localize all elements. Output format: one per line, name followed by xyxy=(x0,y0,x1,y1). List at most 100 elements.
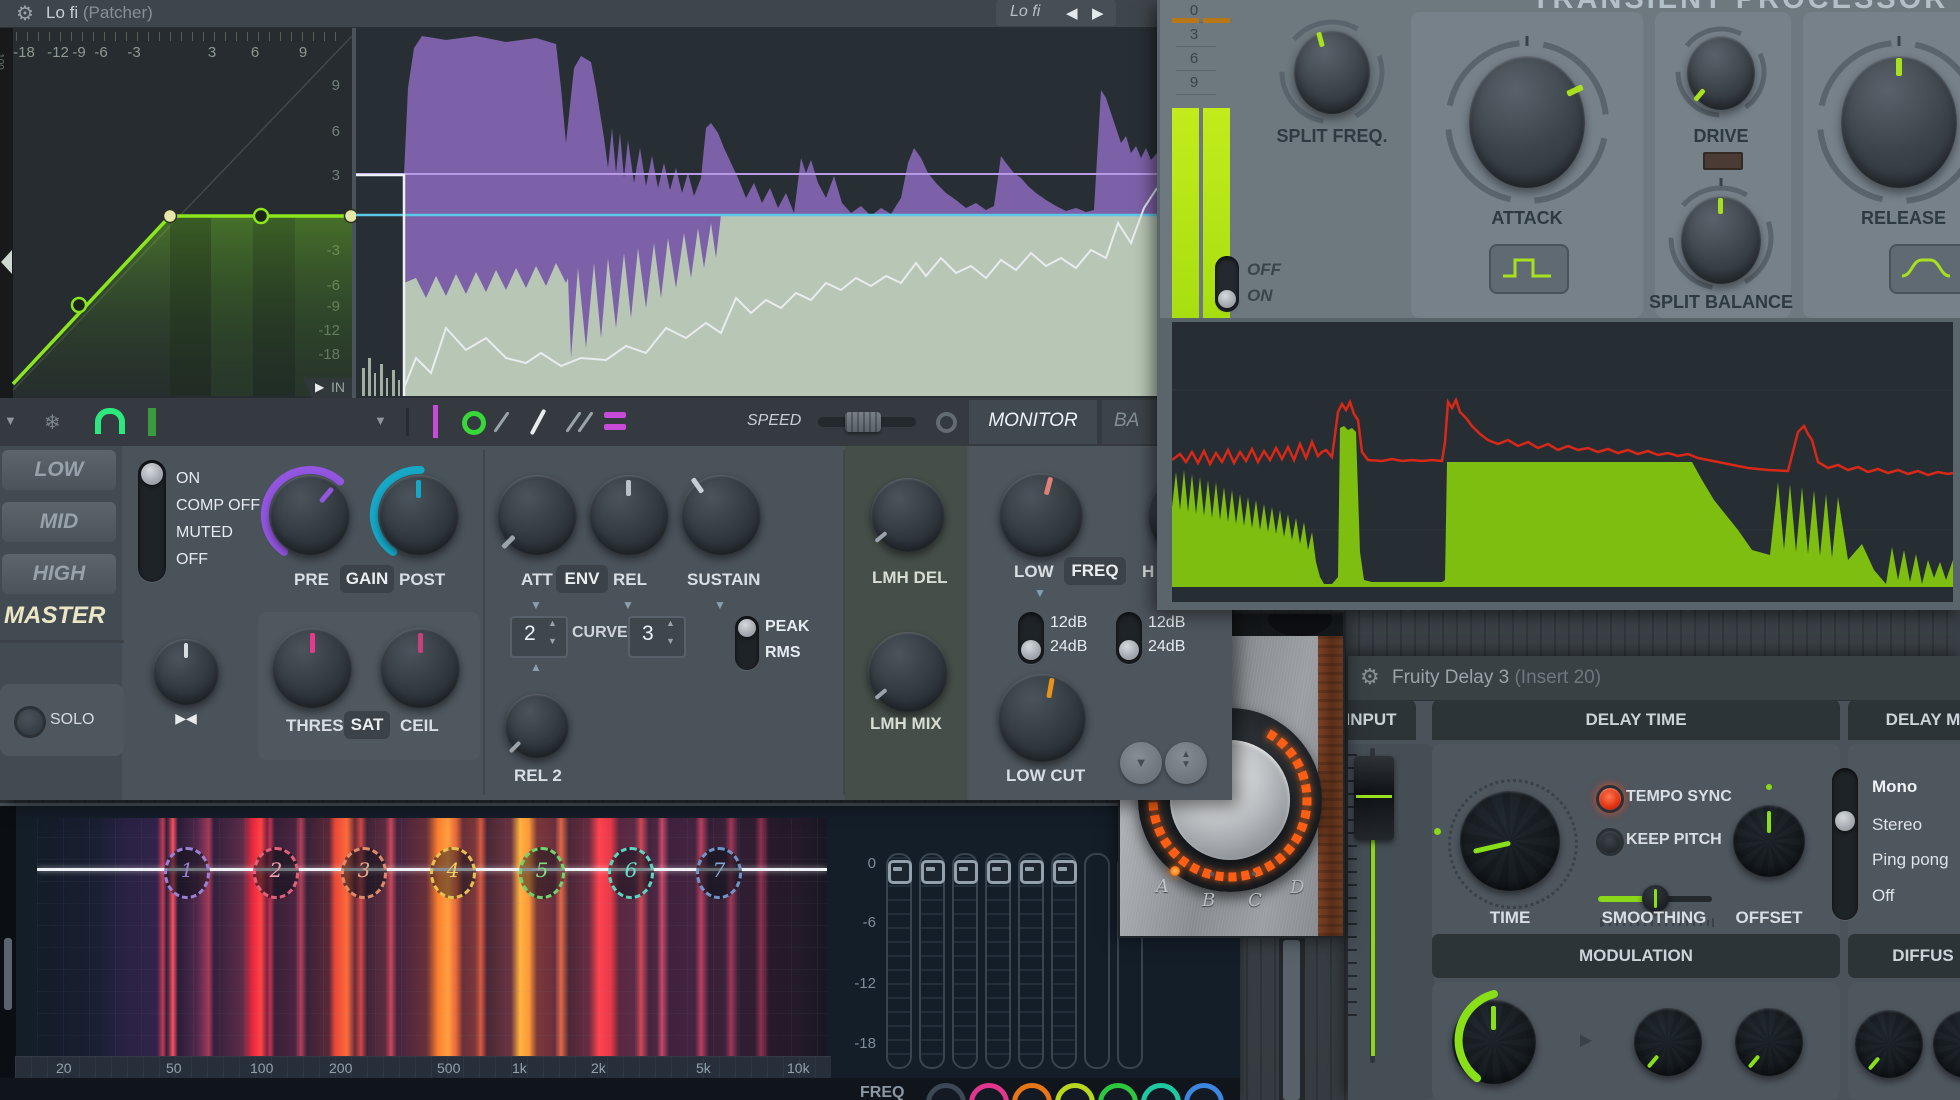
curve-stepper-1-down-icon[interactable]: ▼ xyxy=(548,636,557,646)
release-label: RELEASE xyxy=(1861,208,1947,228)
bypass-handle[interactable] xyxy=(1218,290,1236,308)
mod-amount-knob[interactable] xyxy=(1735,1008,1803,1076)
release-indicator xyxy=(1896,58,1902,76)
thres-knob-indicator xyxy=(310,633,315,653)
low-cut-knob[interactable] xyxy=(998,674,1086,762)
spectral-bottom-strip xyxy=(0,1078,1240,1100)
slope-toggle-2-handle[interactable] xyxy=(1119,640,1139,660)
band-handle-4-label: 4 xyxy=(446,858,460,882)
section-divider xyxy=(483,450,485,795)
band-handle-7-label: 7 xyxy=(712,858,726,882)
band-fader-track[interactable] xyxy=(1018,853,1044,1069)
rel2-expand-icon[interactable]: ▲ xyxy=(530,660,542,674)
attack-knob[interactable] xyxy=(1469,56,1585,188)
hardware-letter-d[interactable]: D xyxy=(1290,877,1304,898)
post-knob-indicator xyxy=(416,480,421,498)
merge-right-tri: ▶ xyxy=(175,710,186,726)
band-fader-handle[interactable] xyxy=(921,860,945,884)
band-fader-handle-dash xyxy=(959,867,968,871)
band-fader-track[interactable] xyxy=(1051,853,1077,1069)
low-dropdown-icon[interactable]: ▼ xyxy=(1034,586,1046,600)
freq-label-50: 50 xyxy=(166,1060,182,1076)
band-collapse-button[interactable]: ▼ xyxy=(1120,742,1162,784)
low-knob-label: LOW xyxy=(1014,562,1054,581)
low-knob[interactable] xyxy=(999,473,1083,557)
band-fader-handle[interactable] xyxy=(1053,860,1077,884)
bypass-on-label: ON xyxy=(1247,286,1273,305)
rel-knob-indicator xyxy=(626,480,631,496)
peak-rms-handle[interactable] xyxy=(738,619,756,637)
release-shape-button[interactable] xyxy=(1889,244,1960,294)
band-fader-track[interactable] xyxy=(1084,853,1110,1069)
curve-stepper-1[interactable] xyxy=(510,616,568,658)
freq-label-5k: 5k xyxy=(696,1060,711,1076)
pre-label: PRE xyxy=(294,570,329,589)
band-fader-track[interactable] xyxy=(886,853,912,1069)
sustain-label: SUSTAIN xyxy=(687,570,761,589)
db-label-0: 0 xyxy=(867,855,876,872)
ceil-label: CEIL xyxy=(400,716,439,735)
curve-stepper-1-up-icon[interactable]: ▲ xyxy=(548,618,557,628)
att-dropdown-icon[interactable]: ▼ xyxy=(530,598,542,612)
attack-shape-button[interactable] xyxy=(1489,244,1569,294)
rel-dropdown-icon[interactable]: ▼ xyxy=(622,598,634,612)
spectrogram-display[interactable]: 1 2 3 4 5 6 7 xyxy=(37,818,827,1058)
sustain-dropdown-icon[interactable]: ▼ xyxy=(714,598,726,612)
low-freq-label[interactable]: FREQ xyxy=(1064,557,1126,585)
band-handle-3-label: 3 xyxy=(357,858,371,882)
split-balance-label: SPLIT BALANCE xyxy=(1649,292,1793,312)
hardware-letter-a[interactable]: A xyxy=(1156,876,1169,897)
freq-label-500: 500 xyxy=(437,1060,461,1076)
hardware-led-a xyxy=(1170,866,1180,876)
band-fader-handle-dash xyxy=(893,867,902,871)
patcher-window: ⚙ Lo fi (Patcher) Lo fi ◀ ▶ 100 -18 -12 … xyxy=(0,0,1232,800)
fruity-delay-3-window: ⚙ Fruity Delay 3 (Insert 20) INPUT DELAY… xyxy=(1348,656,1960,1100)
diffusion-knob[interactable] xyxy=(1855,1010,1923,1078)
pre-knob[interactable] xyxy=(270,475,350,555)
high-knob-label: H xyxy=(1142,562,1155,581)
band-fader-handle-dash xyxy=(1058,867,1067,871)
sat-label[interactable]: SAT xyxy=(344,711,390,739)
split-freq-label: SPLIT FREQ. xyxy=(1276,126,1388,146)
curve-label: CURVE xyxy=(572,624,628,641)
att-label: ATT xyxy=(521,570,553,589)
env-label[interactable]: ENV xyxy=(556,565,608,593)
frequency-ruler: 20 50 100 200 500 1k 2k 5k 10k xyxy=(15,1056,831,1079)
mod-rate-knob[interactable] xyxy=(1634,1008,1702,1076)
band-fader-handle[interactable] xyxy=(888,860,912,884)
curve-stepper-1-value: 2 xyxy=(524,622,536,645)
rms-label: RMS xyxy=(765,644,801,661)
slope-toggle-1-handle[interactable] xyxy=(1021,640,1041,660)
transient-display[interactable] xyxy=(1172,322,1953,602)
band-fader-track[interactable] xyxy=(919,853,945,1069)
hardware-dot-b xyxy=(1210,872,1214,876)
attack-label: ATTACK xyxy=(1491,208,1563,228)
band-scroll-button[interactable]: ▲ ▼ xyxy=(1165,742,1207,784)
band-fader-handle-dash xyxy=(926,867,935,871)
peak-label: PEAK xyxy=(765,618,810,635)
stereo-merge-icon: ▶◀ xyxy=(162,710,210,727)
band-fader-handle[interactable] xyxy=(954,860,978,884)
hardware-letter-b[interactable]: B xyxy=(1202,890,1215,911)
gain-label[interactable]: GAIN xyxy=(340,565,394,593)
spectral-left-scrollbar[interactable] xyxy=(4,938,12,1010)
background-scrollbar[interactable] xyxy=(1283,940,1300,1100)
lmh-del-knob[interactable] xyxy=(871,478,945,552)
freq-label-100: 100 xyxy=(250,1060,274,1076)
ceil-knob-indicator xyxy=(418,633,423,653)
lmh-mix-knob[interactable] xyxy=(868,632,948,712)
mod-depth-indicator xyxy=(1491,1006,1496,1030)
hardware-letter-c[interactable]: C xyxy=(1248,890,1262,911)
curve-stepper-2-up-icon[interactable]: ▲ xyxy=(666,618,675,628)
sustain-knob[interactable] xyxy=(681,475,761,555)
curve-stepper-2[interactable] xyxy=(628,616,686,658)
band-fader-handle[interactable] xyxy=(987,860,1011,884)
smooth-bump-icon xyxy=(1901,258,1951,278)
curve-stepper-2-down-icon[interactable]: ▼ xyxy=(666,636,675,646)
band-fader-track[interactable] xyxy=(952,853,978,1069)
post-label: POST xyxy=(399,570,446,589)
band-fader-handle[interactable] xyxy=(1020,860,1044,884)
lmh-del-label: LMH DEL xyxy=(872,568,948,587)
split-freq-knob[interactable] xyxy=(1294,30,1370,114)
band-fader-track[interactable] xyxy=(985,853,1011,1069)
